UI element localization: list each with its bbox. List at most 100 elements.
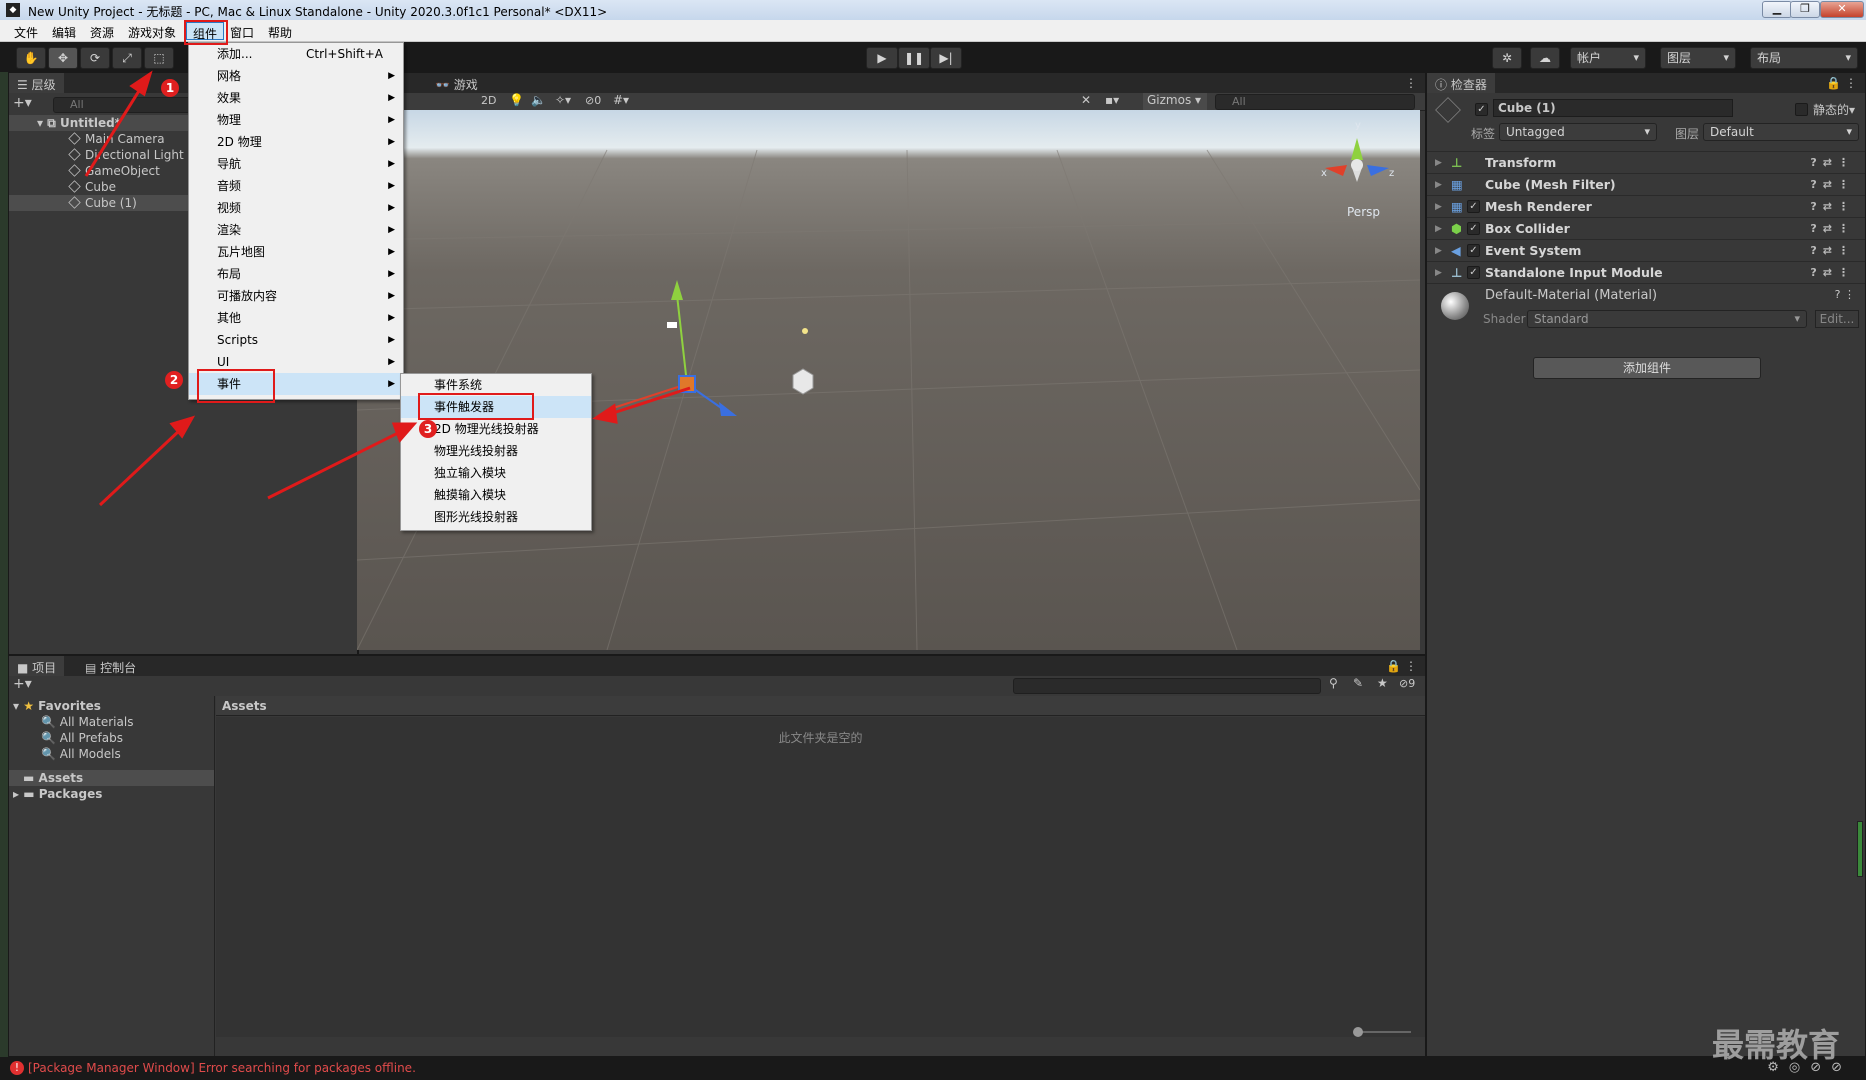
menu-file[interactable]: 文件 [8,22,44,40]
favorite-item[interactable]: 🔍 All Prefabs [9,730,214,746]
tag-dropdown[interactable]: Untagged [1499,123,1657,141]
audio-icon[interactable]: 🔈 [531,93,546,107]
favorite-icon[interactable]: ★ [1377,676,1388,690]
add-component-button[interactable]: 添加组件 [1533,357,1761,379]
component-menu-icons[interactable]: ?⇄⋮ [1810,174,1855,196]
menu-item[interactable]: 布局 ▶ [189,263,403,285]
tab-project[interactable]: ■ 项目 [9,656,65,676]
menu-item[interactable]: 视频 ▶ [189,197,403,219]
menu-gameobject[interactable]: 游戏对象 [122,22,182,40]
submenu-item[interactable]: 独立输入模块 [401,462,591,484]
add-icon[interactable]: +▾ [13,95,32,111]
scrollbar[interactable] [1857,821,1863,877]
component-transform[interactable]: ▶ ⊥ Transform ?⇄⋮ [1427,151,1865,173]
rotate-icon[interactable]: ⟳ [80,47,110,69]
rect-icon[interactable]: ⬚ [144,47,174,69]
menu-window[interactable]: 窗口 [224,22,260,40]
component-enabled-checkbox[interactable]: ✓ [1467,200,1480,213]
error-message[interactable]: [Package Manager Window] Error searching… [28,1061,416,1075]
filter-type-icon[interactable]: ⚲ [1329,676,1338,690]
menu-help[interactable]: 帮助 [262,22,298,40]
material-menu-icons[interactable]: ? ⋮ [1835,288,1855,301]
zoom-slider[interactable] [1355,1031,1411,1033]
tab-inspector[interactable]: ⓘ 检查器 [1427,73,1495,93]
static-checkbox[interactable] [1795,103,1808,116]
component-enabled-checkbox[interactable]: ✓ [1467,244,1480,257]
menu-item[interactable]: 网格 ▶ [189,65,403,87]
tab-hierarchy[interactable]: ☰ 层级 [9,73,64,93]
add-icon[interactable]: +▾ [13,676,32,692]
zoom-slider-handle[interactable] [1353,1027,1363,1037]
component-menu-icons[interactable]: ?⇄⋮ [1810,262,1855,284]
menu-item[interactable]: 物理 ▶ [189,109,403,131]
grid-icon[interactable]: #▾ [613,93,629,107]
filter-label-icon[interactable]: ✎ [1353,676,1363,690]
maximize-button[interactable]: ❐ [1790,1,1820,18]
component-event-system[interactable]: ▶ ◀ ✓ Event System ?⇄⋮ [1427,239,1865,261]
account-dropdown[interactable]: 帐户 [1570,47,1646,69]
hidden-objects-icon[interactable]: ⊘0 [585,94,601,107]
submenu-item[interactable]: 图形光线投射器 [401,506,591,528]
menu-item[interactable]: 导航 ▶ [189,153,403,175]
kebab-icon[interactable]: ⋮ [1845,76,1857,90]
menu-item-add[interactable]: 添加... Ctrl+Shift+A [189,43,403,65]
lock-icon[interactable]: 🔒 [1826,76,1841,90]
object-name-field[interactable]: Cube (1) [1493,99,1733,117]
mode-2d-toggle[interactable]: 2D [481,94,496,107]
hidden-packages-icon[interactable]: ⊘9 [1399,677,1415,690]
submenu-item[interactable]: 物理光线投射器 [401,440,591,462]
menu-item[interactable]: 音频 ▶ [189,175,403,197]
close-button[interactable]: ✕ [1820,1,1864,18]
folder-item[interactable]: ▬ Assets [9,770,214,786]
component-menu-icons[interactable]: ?⇄⋮ [1810,218,1855,240]
pause-icon[interactable]: ❚❚ [898,47,930,69]
component-menu-icons[interactable]: ?⇄⋮ [1810,240,1855,262]
play-icon[interactable]: ▶ [866,47,898,69]
edit-shader-button[interactable]: Edit... [1815,310,1859,328]
component-enabled-checkbox[interactable]: ✓ [1467,222,1480,235]
hand-icon[interactable]: ✋ [16,47,46,69]
cloud-icon[interactable]: ☁ [1530,47,1560,69]
shader-dropdown[interactable]: Standard [1527,310,1807,328]
scale-icon[interactable]: ⤢ [112,47,142,69]
component-menu-icons[interactable]: ?⇄⋮ [1810,152,1855,174]
hierarchy-search-input[interactable]: All [53,97,193,113]
camera-icon[interactable]: ▪▾ [1105,93,1119,107]
kebab-icon[interactable]: ⋮ [1405,76,1417,90]
layer-dropdown[interactable]: Default [1703,123,1859,141]
component-standalone-input[interactable]: ▶ ⊥ ✓ Standalone Input Module ?⇄⋮ [1427,261,1865,283]
static-dropdown[interactable]: 静态的▾ [1813,101,1855,118]
component-mesh-renderer[interactable]: ▶ ▦ ✓ Mesh Renderer ?⇄⋮ [1427,195,1865,217]
minimize-button[interactable]: ▁ [1762,1,1792,18]
menu-edit[interactable]: 编辑 [46,22,82,40]
scene-search-input[interactable]: All [1215,94,1415,110]
tools-icon[interactable]: ✕ [1081,93,1091,107]
step-icon[interactable]: ▶| [930,47,962,69]
layers-dropdown[interactable]: 图层 [1660,47,1736,69]
menu-item[interactable]: 其他 ▶ [189,307,403,329]
collab-icon[interactable]: ✲ [1492,47,1522,69]
menu-assets[interactable]: 资源 [84,22,120,40]
favorites-row[interactable]: ▾ ★ Favorites [9,698,214,714]
active-checkbox[interactable]: ✓ [1475,103,1488,116]
menu-item[interactable]: 效果 ▶ [189,87,403,109]
lighting-icon[interactable]: 💡 [509,93,524,107]
menu-item[interactable]: 瓦片地图 ▶ [189,241,403,263]
folder-item[interactable]: ▸ ▬ Packages [9,786,214,802]
effects-icon[interactable]: ✧▾ [555,93,571,107]
component-mesh-filter[interactable]: ▶ ▦ Cube (Mesh Filter) ?⇄⋮ [1427,173,1865,195]
tab-game[interactable]: 👓 游戏 [427,73,486,93]
menu-item[interactable]: Scripts ▶ [189,329,403,351]
favorite-item[interactable]: 🔍 All Models [9,746,214,762]
component-menu-icons[interactable]: ?⇄⋮ [1810,196,1855,218]
lock-icon[interactable]: 🔒 [1386,659,1401,673]
component-enabled-checkbox[interactable]: ✓ [1467,266,1480,279]
kebab-icon[interactable]: ⋮ [1405,659,1417,673]
menu-item[interactable]: 可播放内容 ▶ [189,285,403,307]
menu-item[interactable]: 2D 物理 ▶ [189,131,403,153]
assets-content[interactable]: 此文件夹是空的 [216,717,1425,1037]
layout-dropdown[interactable]: 布局 [1750,47,1858,69]
component-box-collider[interactable]: ▶ ⬢ ✓ Box Collider ?⇄⋮ [1427,217,1865,239]
gizmos-dropdown[interactable]: Gizmos ▾ [1143,93,1207,110]
project-search-input[interactable] [1013,678,1321,694]
